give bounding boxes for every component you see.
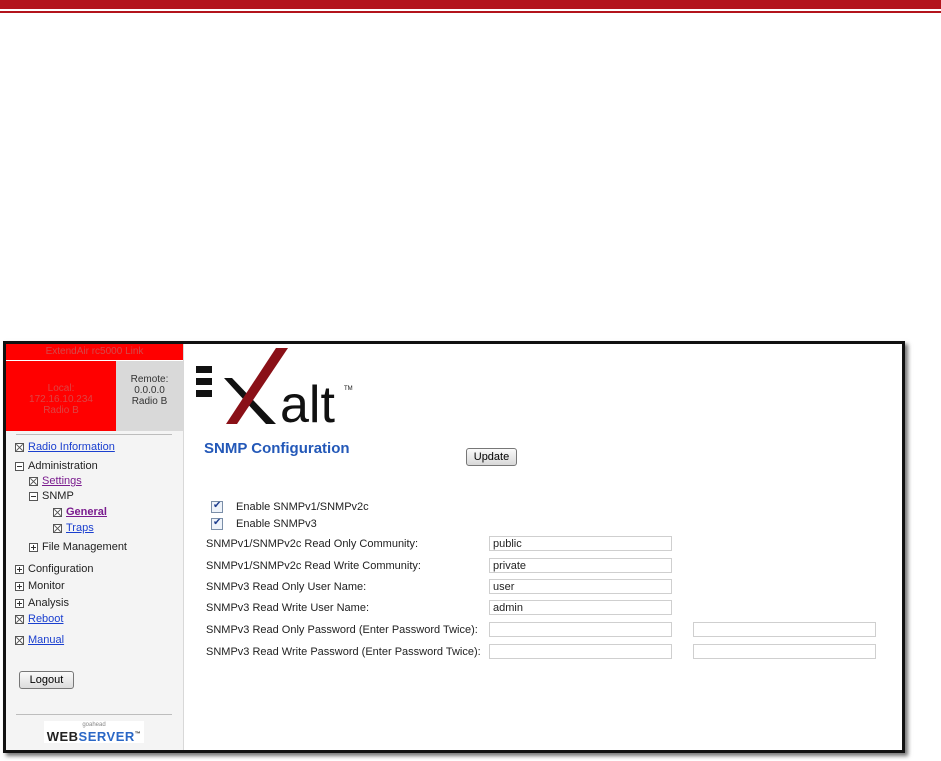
nav-item-general[interactable]: General [53, 506, 107, 518]
remote-endpoint: Remote: 0.0.0.0 Radio B [116, 361, 183, 431]
nav-label-configuration: Configuration [28, 563, 94, 575]
sidebar: ExtendAir rc5000 Link Local: 172.16.10.2… [6, 344, 184, 750]
browser-window: ExtendAir rc5000 Link Local: 172.16.10.2… [3, 341, 905, 753]
exalt-logo: alt TM [196, 348, 353, 424]
link-name: ExtendAir rc5000 Link [6, 344, 183, 361]
ro-community-input[interactable] [489, 536, 672, 551]
leaf-icon [15, 635, 24, 645]
collapse-icon[interactable] [15, 461, 24, 471]
sidebar-divider-bottom [16, 714, 172, 715]
nav-item-snmp[interactable]: SNMP [29, 490, 74, 502]
leaf-icon [29, 476, 38, 486]
enable-snmpv1-label: Enable SNMPv1/SNMPv2c [236, 501, 369, 513]
nav-link-settings[interactable]: Settings [42, 475, 82, 487]
collapse-icon[interactable] [29, 491, 38, 501]
page-title: SNMP Configuration [204, 440, 350, 457]
webserver-logo-server: SERVER [78, 729, 135, 745]
rw-community-input[interactable] [489, 558, 672, 573]
nav-item-manual[interactable]: Manual [15, 634, 64, 646]
nav-item-settings[interactable]: Settings [29, 475, 82, 487]
leaf-icon [53, 507, 62, 517]
enable-snmpv1-checkbox[interactable] [211, 500, 223, 513]
nav-item-traps[interactable]: Traps [53, 522, 94, 534]
expand-icon[interactable] [15, 598, 24, 608]
nav-link-radio-information[interactable]: Radio Information [28, 441, 115, 453]
nav-item-configuration[interactable]: Configuration [15, 563, 93, 575]
ro-password-label: SNMPv3 Read Only Password (Enter Passwor… [206, 624, 478, 636]
ro-user-input[interactable] [489, 579, 672, 594]
local-radio: Radio B [43, 405, 79, 416]
rw-community-label: SNMPv1/SNMPv2c Read Write Community: [206, 560, 421, 572]
expand-icon[interactable] [15, 581, 24, 591]
local-label: Local: [47, 383, 75, 394]
webserver-logo-text: WEBSERVER™ [47, 729, 142, 744]
document-header-bar [0, 0, 941, 9]
logout-button[interactable]: Logout [19, 671, 74, 689]
remote-label: Remote: [130, 374, 169, 385]
nav-label-analysis: Analysis [28, 597, 69, 609]
rw-password-confirm-input[interactable] [693, 644, 876, 659]
expand-icon[interactable] [29, 542, 38, 552]
webserver-logo-web: WEB [46, 729, 79, 745]
nav-link-manual[interactable]: Manual [28, 634, 64, 646]
nav-label-administration: Administration [28, 460, 98, 472]
enable-snmpv3-checkbox[interactable] [211, 517, 223, 530]
nav-item-radio-information[interactable]: Radio Information [15, 441, 115, 453]
exalt-logo-text: alt [280, 376, 335, 424]
leaf-icon [53, 523, 62, 533]
rw-password-input[interactable] [489, 644, 672, 659]
enable-snmpv3-label: Enable SNMPv3 [236, 518, 317, 530]
nav-link-general[interactable]: General [66, 506, 107, 518]
rw-user-label: SNMPv3 Read Write User Name: [206, 602, 370, 614]
leaf-icon [15, 442, 24, 452]
expand-icon[interactable] [15, 564, 24, 574]
leaf-icon [15, 614, 24, 624]
nav-link-reboot[interactable]: Reboot [28, 613, 63, 625]
remote-ip: 0.0.0.0 [134, 385, 165, 396]
sidebar-divider-top [16, 434, 172, 435]
nav-item-reboot[interactable]: Reboot [15, 613, 63, 625]
nav-item-analysis[interactable]: Analysis [15, 597, 69, 609]
remote-radio: Radio B [131, 396, 168, 407]
rw-password-label: SNMPv3 Read Write Password (Enter Passwo… [206, 646, 481, 658]
webserver-logo: goahead WEBSERVER™ [44, 721, 144, 743]
rw-user-input[interactable] [489, 600, 672, 615]
document-header-rule [0, 11, 941, 13]
ro-community-label: SNMPv1/SNMPv2c Read Only Community: [206, 538, 419, 550]
endpoint-status: Local: 172.16.10.234 Radio B Remote: 0.0… [6, 361, 183, 431]
exalt-logo-tm: TM [344, 386, 353, 392]
nav-item-monitor[interactable]: Monitor [15, 580, 65, 592]
local-endpoint: Local: 172.16.10.234 Radio B [6, 361, 116, 431]
webserver-logo-tm: ™ [134, 732, 142, 738]
nav-label-monitor: Monitor [28, 580, 65, 592]
nav-item-administration[interactable]: Administration [15, 460, 98, 472]
local-ip: 172.16.10.234 [29, 394, 93, 405]
nav-label-snmp: SNMP [42, 490, 74, 502]
ro-user-label: SNMPv3 Read Only User Name: [206, 581, 367, 593]
nav-label-file-management: File Management [42, 541, 127, 553]
ro-password-confirm-input[interactable] [693, 622, 876, 637]
nav-item-file-management[interactable]: File Management [29, 541, 127, 553]
nav-link-traps[interactable]: Traps [66, 522, 94, 534]
exalt-logo-mark [196, 348, 288, 424]
ro-password-input[interactable] [489, 622, 672, 637]
update-button[interactable]: Update [466, 448, 517, 466]
webserver-logo-small: goahead [82, 722, 106, 728]
